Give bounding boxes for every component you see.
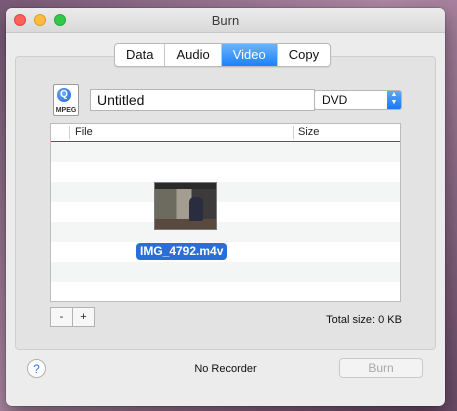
table-row [51,162,400,182]
burn-window: Burn Data Audio Video Copy Q MPEG Untitl… [6,8,445,406]
mpeg-icon-label: MPEG [55,107,77,114]
tab-copy[interactable]: Copy [278,44,330,66]
window-title: Burn [211,13,240,28]
column-header-size[interactable]: Size [298,126,319,138]
table-row [51,202,400,222]
tab-data[interactable]: Data [115,44,166,66]
tab-video[interactable]: Video [221,44,278,66]
mode-tabs: Data Audio Video Copy [114,43,332,67]
add-button[interactable]: + [72,307,95,327]
title-bar: Burn [6,8,445,33]
table-row [51,142,400,162]
table-row [51,222,400,242]
total-size-label: Total size: 0 KB [326,314,402,326]
column-divider [293,126,294,139]
format-select-value: DVD [322,93,348,107]
table-header: File Size [51,124,400,142]
column-header-file[interactable]: File [75,126,93,138]
column-divider [69,126,70,139]
thumbnail-figure [189,197,203,221]
file-name-label[interactable]: IMG_4792.m4v [136,243,228,260]
disc-name-field[interactable]: Untitled [90,89,315,111]
tab-audio[interactable]: Audio [165,44,222,66]
format-select[interactable]: DVD ▲ ▼ [314,90,402,110]
add-remove-group: - + [50,307,95,327]
file-table[interactable]: File Size [50,123,401,302]
table-row [51,182,400,202]
table-row [51,262,400,282]
quicktime-icon: Q [57,88,71,102]
video-thumbnail[interactable] [154,182,217,230]
remove-button[interactable]: - [50,307,73,327]
thumbnail-floor [155,219,216,229]
burn-button[interactable]: Burn [339,358,423,378]
chevron-up-down-icon: ▲ ▼ [387,91,401,109]
table-rows [51,142,400,301]
mpeg-file-icon: Q MPEG [53,84,79,116]
table-row [51,282,400,301]
